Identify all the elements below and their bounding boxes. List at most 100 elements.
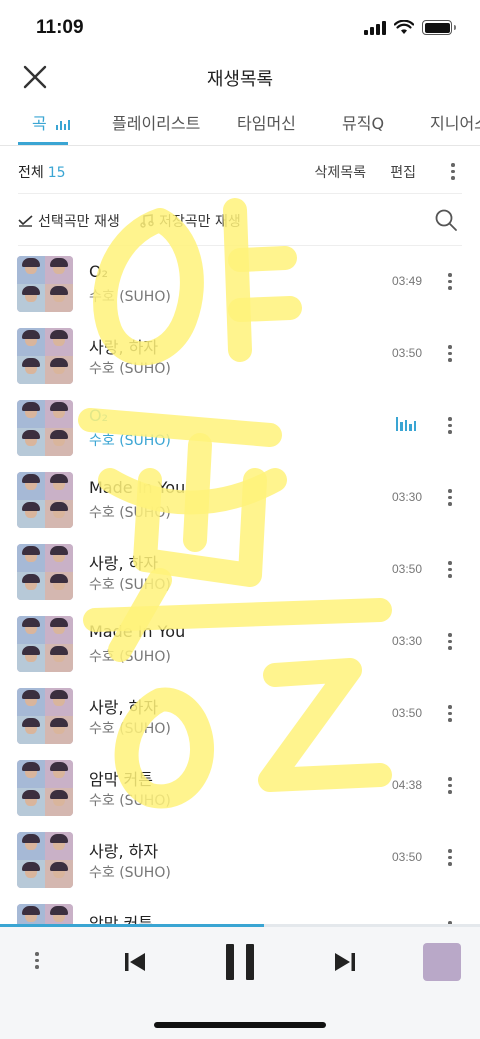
album-art-tile xyxy=(45,472,73,500)
player-more-icon[interactable] xyxy=(34,952,40,969)
album-art-tile xyxy=(45,400,73,428)
previous-button[interactable] xyxy=(124,951,146,977)
album-art xyxy=(17,544,73,600)
song-more-icon[interactable] xyxy=(447,273,453,290)
edit-button[interactable]: 편집 xyxy=(390,162,416,182)
song-artist: 수호 (SUHO) xyxy=(89,505,171,521)
album-art-tile xyxy=(17,644,45,672)
page-title: 재생목록 xyxy=(206,69,274,90)
play-selected-button[interactable]: 선택곡만 재생 xyxy=(18,211,120,231)
check-icon xyxy=(18,215,33,227)
album-art-tile xyxy=(45,356,73,384)
album-art-tile xyxy=(45,572,73,600)
search-button[interactable] xyxy=(434,208,458,232)
song-row[interactable]: 사랑, 하자 수호 (SUHO) 03:50 xyxy=(0,678,480,750)
album-art-tile xyxy=(17,544,45,572)
album-art-tile xyxy=(17,472,45,500)
total-label: 전체 xyxy=(18,165,44,181)
song-row[interactable]: O₂ 수호 (SUHO) xyxy=(0,390,480,462)
album-art-tile xyxy=(45,860,73,888)
tab-timemachine[interactable]: 타임머신 xyxy=(237,110,296,134)
song-title: 사랑, 하자 xyxy=(89,842,159,861)
deleted-list-button[interactable]: 삭제목록 xyxy=(314,162,366,182)
status-time: 11:09 xyxy=(36,17,84,38)
song-artist: 수호 (SUHO) xyxy=(89,793,171,809)
tab-musicq[interactable]: 뮤직Q xyxy=(342,110,384,134)
previous-track-icon xyxy=(125,953,145,971)
album-art-tile xyxy=(45,616,73,644)
song-row[interactable]: O₂ 수호 (SUHO) 03:49 xyxy=(0,246,480,318)
album-art-tile xyxy=(17,400,45,428)
tab-bar: 곡 플레이리스트 타임머신 뮤직Q 지니어스 xyxy=(0,104,480,146)
song-row[interactable]: Made In You 수호 (SUHO) 03:30 xyxy=(0,462,480,534)
next-button[interactable] xyxy=(334,951,356,977)
song-row[interactable]: 암막 커튼 xyxy=(0,894,480,926)
song-more-icon[interactable] xyxy=(447,489,453,506)
song-artist: 수호 (SUHO) xyxy=(89,865,171,881)
album-art-tile xyxy=(45,788,73,816)
album-art-tile xyxy=(45,500,73,528)
song-more-icon[interactable] xyxy=(447,633,453,650)
header: 재생목록 xyxy=(0,52,480,102)
song-duration: 03:50 xyxy=(391,562,422,576)
song-title: 사랑, 하자 xyxy=(89,554,159,573)
song-row[interactable]: 암막 커튼수호 (SUHO) 04:38 xyxy=(0,750,480,822)
more-options-icon[interactable] xyxy=(450,163,456,180)
song-row[interactable]: 사랑, 하자수호 (SUHO) 03:50 xyxy=(0,822,480,894)
pause-button[interactable] xyxy=(225,943,255,985)
album-art-tile xyxy=(17,500,45,528)
song-title: O₂ xyxy=(89,406,109,425)
play-saved-button[interactable]: 저장곡만 재생 xyxy=(140,211,241,231)
song-more-icon[interactable] xyxy=(447,777,453,794)
album-art-tile xyxy=(45,284,73,312)
status-icons xyxy=(364,20,456,35)
album-art-tile xyxy=(17,788,45,816)
album-art-tile xyxy=(17,860,45,888)
tab-playlist[interactable]: 플레이리스트 xyxy=(112,110,200,134)
song-more-icon[interactable] xyxy=(447,417,453,434)
search-icon xyxy=(435,209,457,231)
album-art-tile xyxy=(17,688,45,716)
album-art-tile xyxy=(17,616,45,644)
play-filter-bar: 선택곡만 재생 저장곡만 재생 xyxy=(18,196,462,246)
total-count-label: 전체 15 xyxy=(18,162,66,182)
song-duration: 03:50 xyxy=(391,346,422,360)
status-bar: 11:09 xyxy=(0,0,480,50)
album-art-tile xyxy=(17,832,45,860)
play-saved-label: 저장곡만 재생 xyxy=(159,214,241,230)
home-indicator xyxy=(154,1022,326,1028)
song-duration: 03:50 xyxy=(391,850,422,864)
album-art-tile xyxy=(17,904,45,926)
song-duration: 03:30 xyxy=(391,490,422,504)
now-playing-album-art[interactable] xyxy=(423,943,461,981)
song-duration: 04:38 xyxy=(391,778,422,792)
song-title: 암막 커튼 xyxy=(89,770,153,789)
album-art-tile xyxy=(45,644,73,672)
tab-genius[interactable]: 지니어스 xyxy=(430,110,480,134)
song-more-icon[interactable] xyxy=(447,849,453,866)
album-art-tile xyxy=(17,428,45,456)
song-duration: 03:30 xyxy=(391,634,422,648)
song-artist: 수호 (SUHO) xyxy=(89,289,171,305)
song-row[interactable]: 사랑, 하자수호 (SUHO) 03:50 xyxy=(0,534,480,606)
tab-songs[interactable]: 곡 xyxy=(32,110,71,134)
song-artist: 수호 (SUHO) xyxy=(89,649,171,665)
song-artist: 수호 (SUHO) xyxy=(89,721,171,737)
album-art-tile xyxy=(17,284,45,312)
album-art xyxy=(17,472,73,528)
song-row[interactable]: 사랑, 하자 수호 (SUHO) 03:50 xyxy=(0,318,480,390)
tab-label: 곡 xyxy=(32,114,47,133)
song-title: O₂ xyxy=(89,262,109,281)
now-playing-equalizer-icon xyxy=(395,417,416,431)
song-more-icon[interactable] xyxy=(447,561,453,578)
active-tab-indicator xyxy=(18,142,68,145)
play-selected-label: 선택곡만 재생 xyxy=(38,214,120,230)
song-artist: 수호 (SUHO) xyxy=(89,577,171,593)
total-count: 15 xyxy=(47,165,66,181)
song-more-icon[interactable] xyxy=(447,345,453,362)
wifi-icon xyxy=(394,20,414,34)
album-art-tile xyxy=(17,716,45,744)
album-art-tile xyxy=(45,688,73,716)
song-row[interactable]: Made In You 수호 (SUHO) 03:30 xyxy=(0,606,480,678)
song-more-icon[interactable] xyxy=(447,705,453,722)
